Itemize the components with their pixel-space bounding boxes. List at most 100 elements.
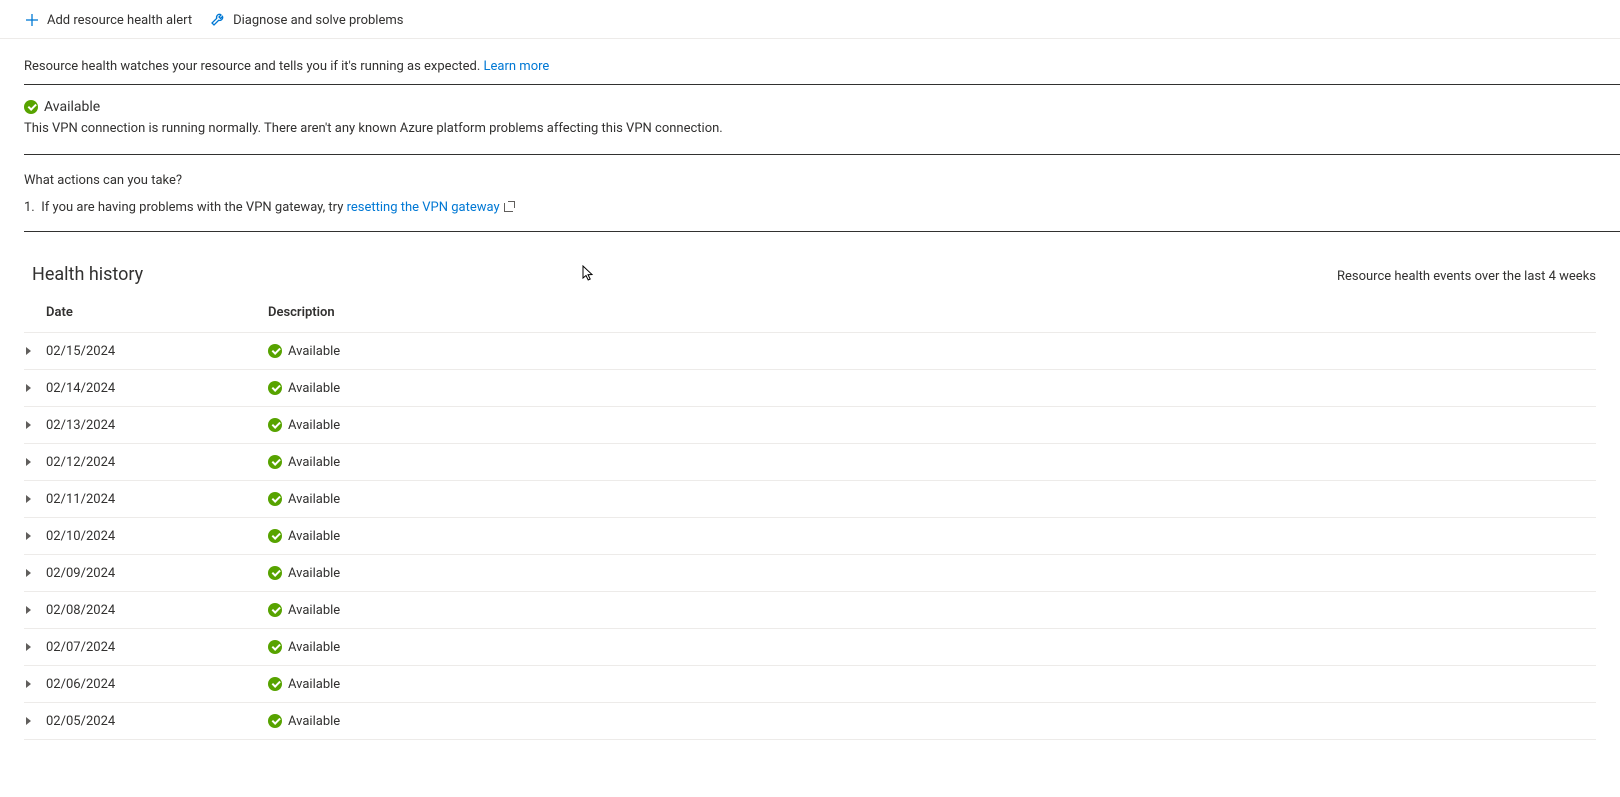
cell-date: 02/15/2024 [46, 344, 268, 359]
action-prefix: If you are having problems with the VPN … [41, 200, 346, 215]
table-row[interactable]: 02/15/2024 Available [24, 333, 1596, 370]
status-description: This VPN connection is running normally.… [24, 121, 1596, 136]
cell-date: 02/09/2024 [46, 566, 268, 581]
table-row[interactable]: 02/10/2024Available [24, 518, 1596, 555]
cell-description: Available [268, 640, 1596, 655]
check-circle-icon [268, 603, 282, 617]
history-table: Date Description 02/15/2024Available02/1… [0, 293, 1620, 740]
expand-toggle[interactable] [24, 640, 46, 655]
table-row[interactable]: 02/11/2024 Available [24, 481, 1596, 518]
check-circle-icon [268, 714, 282, 728]
cell-description: Available [268, 344, 1596, 359]
expand-toggle[interactable] [24, 566, 46, 581]
expand-toggle[interactable] [24, 418, 46, 433]
actions-list: 1. If you are having problems with the V… [24, 200, 1596, 215]
cell-description: Available [268, 492, 1596, 507]
cell-description: Available [268, 714, 1596, 729]
expand-toggle[interactable] [24, 714, 46, 729]
table-row[interactable]: 02/13/2024 Available [24, 407, 1596, 444]
cell-description: Available [268, 677, 1596, 692]
chevron-right-icon [26, 347, 31, 355]
cell-description: Available [268, 566, 1596, 581]
cell-description: Available [268, 455, 1596, 470]
expand-toggle[interactable] [24, 381, 46, 396]
status-text: Available [288, 529, 340, 544]
check-circle-icon [268, 455, 282, 469]
chevron-right-icon [26, 680, 31, 688]
check-circle-icon [268, 566, 282, 580]
chevron-right-icon [26, 643, 31, 651]
status-text: Available [288, 603, 340, 618]
status-text: Available [288, 492, 340, 507]
add-alert-button[interactable]: Add resource health alert [24, 12, 192, 28]
check-circle-icon [24, 100, 38, 114]
chevron-right-icon [26, 606, 31, 614]
check-circle-icon [268, 344, 282, 358]
expand-toggle[interactable] [24, 344, 46, 359]
chevron-right-icon [26, 532, 31, 540]
chevron-right-icon [26, 384, 31, 392]
status-label: Available [44, 99, 100, 115]
cell-date: 02/13/2024 [46, 418, 268, 433]
toolbar: Add resource health alert Diagnose and s… [0, 0, 1620, 39]
table-row[interactable]: 02/06/2024 Available [24, 666, 1596, 703]
table-row[interactable]: 02/12/2024Available [24, 444, 1596, 481]
cell-date: 02/14/2024 [46, 381, 268, 396]
check-circle-icon [268, 492, 282, 506]
status-text: Available [288, 677, 340, 692]
add-alert-label: Add resource health alert [47, 13, 192, 28]
actions-block: What actions can you take? 1. If you are… [0, 155, 1620, 231]
table-row[interactable]: 02/05/2024Available [24, 703, 1596, 740]
check-circle-icon [268, 529, 282, 543]
cell-date: 02/06/2024 [46, 677, 268, 692]
plus-icon [24, 12, 40, 28]
table-row[interactable]: 02/07/2024 Available [24, 629, 1596, 666]
action-number: 1. [24, 200, 38, 215]
status-text: Available [288, 455, 340, 470]
external-link-icon [504, 201, 515, 212]
diagnose-button[interactable]: Diagnose and solve problems [210, 12, 403, 28]
action-item: 1. If you are having problems with the V… [24, 200, 1596, 215]
check-circle-icon [268, 381, 282, 395]
learn-more-link[interactable]: Learn more [484, 59, 550, 74]
expand-toggle[interactable] [24, 529, 46, 544]
expand-toggle[interactable] [24, 677, 46, 692]
expand-toggle[interactable] [24, 455, 46, 470]
wrench-icon [210, 12, 226, 28]
table-row[interactable]: 02/08/2024Available [24, 592, 1596, 629]
expand-toggle[interactable] [24, 492, 46, 507]
history-subtitle: Resource health events over the last 4 w… [1337, 269, 1596, 284]
status-text: Available [288, 418, 340, 433]
cell-date: 02/11/2024 [46, 492, 268, 507]
status-block: Available This VPN connection is running… [0, 85, 1620, 154]
check-circle-icon [268, 418, 282, 432]
reset-gateway-link[interactable]: resetting the VPN gateway [347, 200, 500, 215]
check-circle-icon [268, 640, 282, 654]
intro-text-block: Resource health watches your resource an… [0, 39, 1620, 84]
col-header-description: Description [268, 305, 1596, 320]
status-text: Available [288, 640, 340, 655]
cell-description: Available [268, 603, 1596, 618]
cell-description: Available [268, 529, 1596, 544]
table-row[interactable]: 02/09/2024 Available [24, 555, 1596, 592]
cell-description: Available [268, 381, 1596, 396]
cell-description: Available [268, 418, 1596, 433]
actions-title: What actions can you take? [24, 173, 1596, 188]
chevron-right-icon [26, 495, 31, 503]
status-text: Available [288, 381, 340, 396]
status-line: Available [24, 99, 1596, 115]
chevron-right-icon [26, 717, 31, 725]
status-text: Available [288, 344, 340, 359]
expand-toggle[interactable] [24, 603, 46, 618]
col-header-date: Date [46, 305, 268, 320]
diagnose-label: Diagnose and solve problems [233, 13, 403, 28]
cell-date: 02/07/2024 [46, 640, 268, 655]
table-row[interactable]: 02/14/2024 Available [24, 370, 1596, 407]
cell-date: 02/05/2024 [46, 714, 268, 729]
history-title: Health history [32, 264, 143, 285]
table-header-row: Date Description [24, 293, 1596, 333]
status-text: Available [288, 566, 340, 581]
history-header: Health history Resource health events ov… [0, 232, 1620, 293]
check-circle-icon [268, 677, 282, 691]
chevron-right-icon [26, 458, 31, 466]
